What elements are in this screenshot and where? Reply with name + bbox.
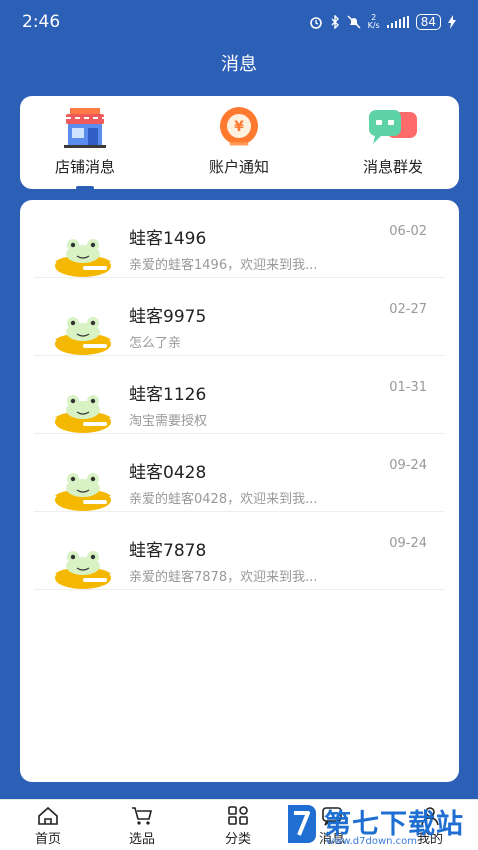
- message-preview: 亲爱的蛙客0428，欢迎来到我...: [129, 492, 318, 507]
- message-sender: 蛙客9975: [129, 307, 207, 327]
- tab-mass-messaging[interactable]: 消息群发: [333, 106, 453, 186]
- message-date: 09-24: [389, 536, 427, 551]
- list-item[interactable]: 蛙客1126 淘宝需要授权 01-31: [20, 356, 459, 434]
- grid-icon: [228, 806, 248, 825]
- status-bar: 2:46 2 K/s 84: [0, 0, 478, 44]
- nav-categories[interactable]: 分类: [208, 806, 268, 850]
- tab-shop-messages[interactable]: 店铺消息: [25, 106, 145, 190]
- tab-label: 店铺消息: [54, 158, 115, 176]
- list-item[interactable]: 蛙客9975 怎么了亲 02-27: [20, 278, 459, 356]
- frog-avatar-icon: [55, 473, 111, 511]
- battery-level: 84: [415, 14, 441, 30]
- tab-label: 消息群发: [362, 158, 423, 176]
- divider: [34, 589, 445, 590]
- signal-icon: [386, 16, 409, 28]
- message-date: 02-27: [389, 302, 427, 317]
- mute-icon: [347, 15, 361, 29]
- message-date: 01-31: [389, 380, 427, 395]
- charging-icon: [448, 15, 456, 29]
- message-preview: 淘宝需要授权: [129, 414, 208, 429]
- message-sender: 蛙客1126: [129, 385, 207, 405]
- status-icons: 2 K/s 84: [309, 14, 456, 30]
- message-preview: 怎么了亲: [129, 336, 182, 351]
- message-list: 蛙客1496 亲爱的蛙客1496，欢迎来到我... 06-02 蛙客9975 怎…: [20, 200, 459, 782]
- message-date: 06-02: [389, 224, 427, 239]
- shop-icon: [64, 108, 106, 148]
- svg-text:¥: ¥: [234, 119, 244, 135]
- nav-label: 选品: [128, 832, 155, 847]
- watermark-url: www.d7down.com: [326, 836, 418, 847]
- message-sender: 蛙客1496: [129, 229, 207, 249]
- coin-icon: ¥: [220, 107, 258, 146]
- message-sender: 蛙客7878: [129, 541, 207, 561]
- nav-home[interactable]: 首页: [18, 806, 78, 850]
- list-item[interactable]: 蛙客1496 亲爱的蛙客1496，欢迎来到我... 06-02: [20, 200, 459, 278]
- net-speed: 2 K/s: [367, 13, 380, 30]
- list-item[interactable]: 蛙客0428 亲爱的蛙客0428，欢迎来到我... 09-24: [20, 434, 459, 512]
- page-title: 消息: [221, 54, 257, 75]
- tab-label: 账户通知: [208, 158, 269, 176]
- message-date: 09-24: [389, 458, 427, 473]
- alarm-icon: [309, 17, 322, 29]
- home-icon: [38, 806, 58, 825]
- message-preview: 亲爱的蛙客1496，欢迎来到我...: [129, 258, 318, 273]
- nav-label: 首页: [34, 832, 61, 847]
- frog-avatar-icon: [55, 551, 111, 589]
- list-item[interactable]: 蛙客7878 亲爱的蛙客7878，欢迎来到我... 09-24: [20, 512, 459, 590]
- bluetooth-icon: [331, 15, 339, 29]
- cart-icon: [132, 807, 153, 825]
- frog-avatar-icon: [55, 317, 111, 355]
- site-watermark: 第七下载站 www.d7down.com: [284, 800, 478, 850]
- message-sender: 蛙客0428: [129, 463, 207, 483]
- nav-products[interactable]: 选品: [112, 806, 172, 850]
- message-tabs: 店铺消息 ¥ 账户通知 消息群发: [20, 96, 459, 190]
- frog-avatar-icon: [55, 239, 111, 277]
- message-preview: 亲爱的蛙客7878，欢迎来到我...: [129, 570, 318, 585]
- tab-account-notifications[interactable]: ¥ 账户通知: [179, 106, 299, 186]
- frog-avatar-icon: [55, 395, 111, 433]
- chat-bubbles-icon: [369, 110, 417, 144]
- active-tab-indicator: [76, 186, 94, 190]
- nav-label: 分类: [224, 832, 251, 847]
- watermark-logo-icon: [288, 805, 316, 843]
- status-time: 2:46: [22, 12, 61, 32]
